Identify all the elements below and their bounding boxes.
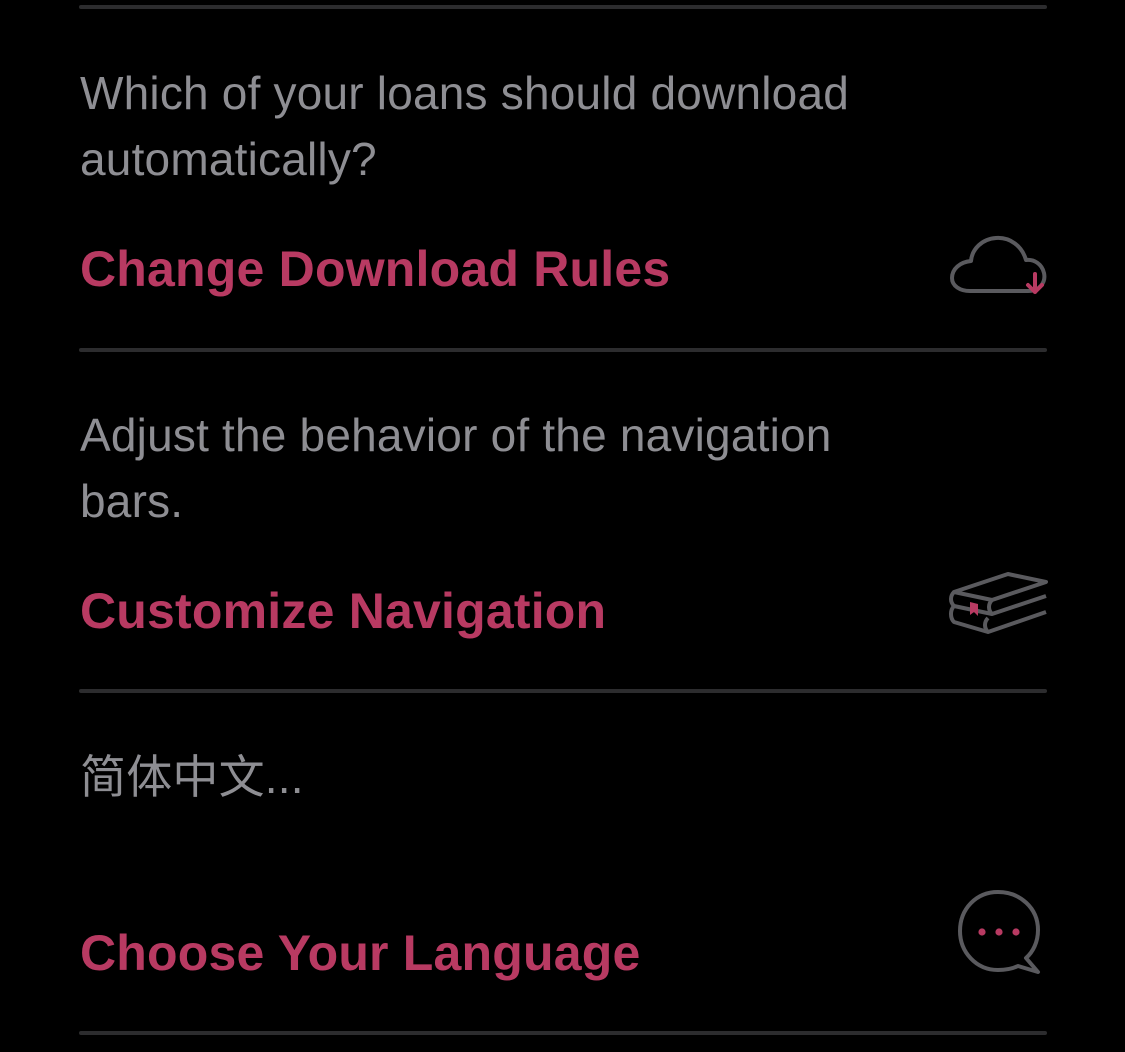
section-divider (79, 5, 1047, 9)
language-description: 简体中文... (80, 751, 304, 803)
choose-language-button[interactable]: Choose Your Language (80, 924, 641, 982)
navigation-description: Adjust the behavior of the navigation ba… (80, 409, 832, 527)
chat-bubble-icon[interactable] (954, 886, 1046, 978)
books-icon[interactable] (948, 566, 1050, 640)
customize-navigation-button[interactable]: Customize Navigation (80, 582, 606, 640)
change-download-rules-button[interactable]: Change Download Rules (80, 240, 670, 298)
settings-page: Which of your loans should download auto… (0, 0, 1125, 1052)
section-divider (79, 348, 1047, 352)
section-divider (79, 689, 1047, 693)
download-rules-description: Which of your loans should download auto… (80, 67, 850, 185)
cloud-download-icon[interactable] (948, 232, 1050, 296)
section-divider (79, 1031, 1047, 1035)
